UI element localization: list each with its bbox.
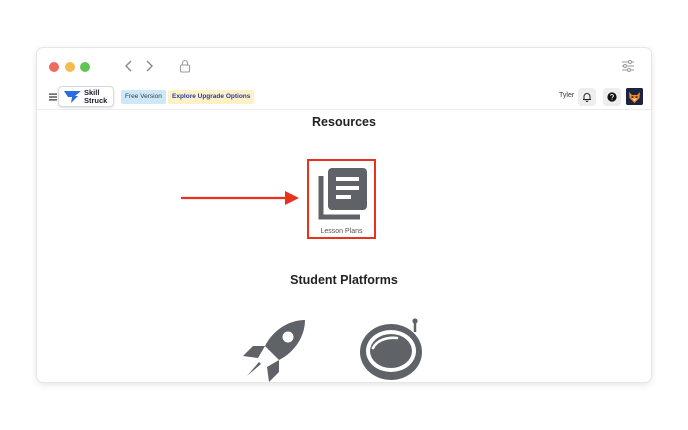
lesson-plans-label: Lesson Plans — [320, 228, 363, 235]
browser-toolbar — [37, 48, 651, 84]
help-icon — [607, 92, 617, 102]
maximize-window-button[interactable] — [80, 62, 90, 72]
logo-mark-icon — [64, 91, 81, 103]
chevron-right-icon[interactable] — [142, 58, 156, 74]
bell-icon — [583, 93, 591, 102]
student-platforms-heading: Student Platforms — [290, 273, 398, 287]
close-window-button[interactable] — [49, 62, 59, 72]
lesson-plans-icon — [318, 168, 367, 220]
fox-avatar-icon — [626, 88, 643, 105]
settings-sliders-icon[interactable] — [620, 59, 636, 73]
notifications-button[interactable] — [578, 88, 596, 106]
lesson-plans-card[interactable]: Lesson Plans — [307, 159, 376, 239]
avatar[interactable] — [626, 88, 643, 105]
chevron-left-icon[interactable] — [122, 58, 136, 74]
free-version-badge: Free Version — [121, 90, 166, 104]
upgrade-options-link[interactable]: Explore Upgrade Options — [168, 90, 255, 104]
skillstruck-logo[interactable]: Skill Struck — [58, 86, 114, 107]
browser-window: Skill Struck Free Version Explore Upgrad… — [37, 48, 651, 382]
astronaut-helmet-icon[interactable] — [357, 318, 427, 382]
resources-heading: Resources — [312, 115, 376, 129]
app-header: Skill Struck Free Version Explore Upgrad… — [37, 84, 651, 110]
lock-icon — [179, 59, 191, 73]
user-name[interactable]: Tyler — [559, 92, 574, 99]
minimize-window-button[interactable] — [65, 62, 75, 72]
red-arrow-icon — [181, 191, 299, 205]
rocket-icon[interactable] — [241, 318, 307, 382]
help-button[interactable] — [603, 88, 621, 106]
hamburger-menu-icon[interactable] — [49, 93, 57, 101]
logo-text: Skill Struck — [84, 89, 107, 104]
logo-text-line2: Struck — [84, 95, 108, 105]
